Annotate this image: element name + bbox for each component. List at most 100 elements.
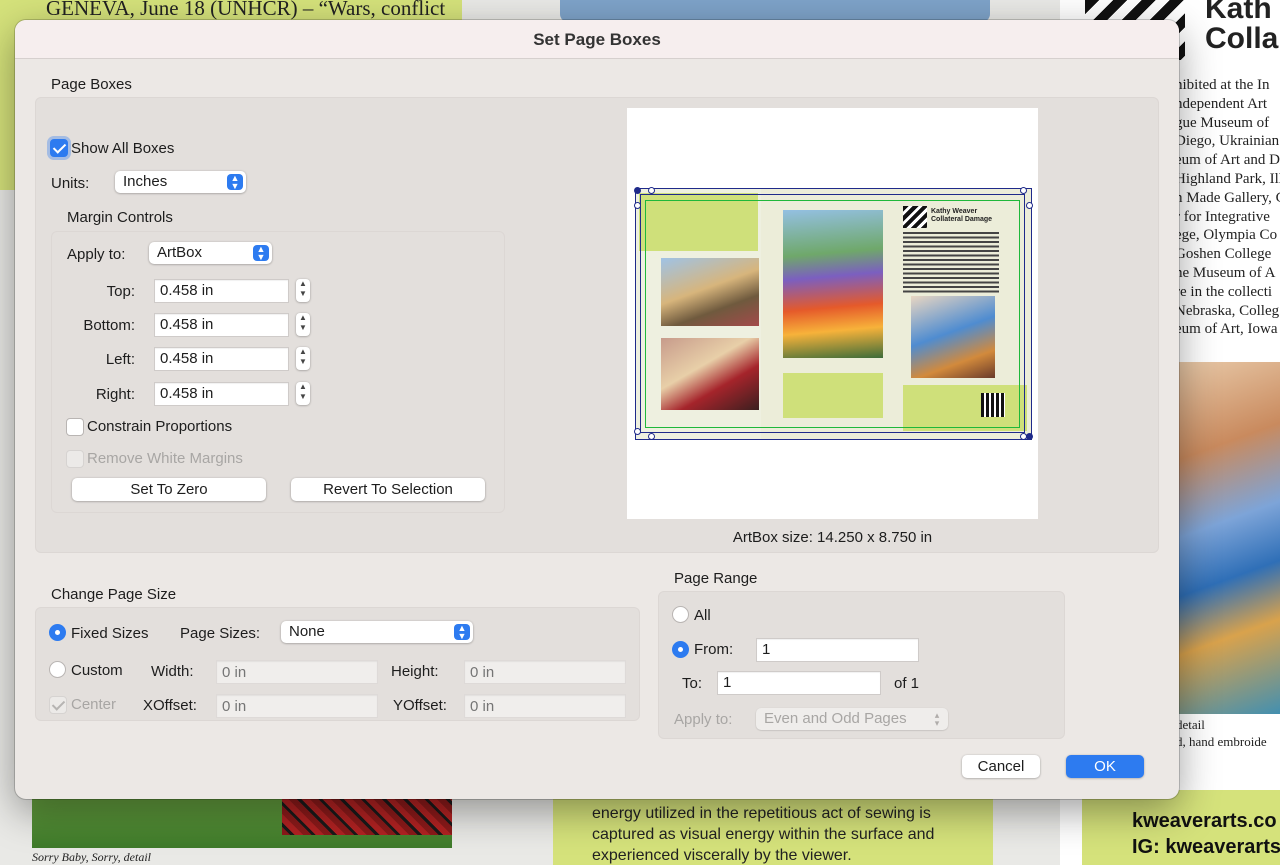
dialog-title: Set Page Boxes [15, 20, 1179, 59]
custom-label[interactable]: Custom [71, 662, 123, 679]
artbox-size-label: ArtBox size: 14.250 x 8.750 in [732, 529, 933, 546]
right-margin-stepper[interactable]: ▲ ▼ [296, 382, 310, 405]
updown-chevron-icon: ▲ ▼ [253, 245, 269, 262]
fixed-sizes-label[interactable]: Fixed Sizes [71, 625, 149, 642]
page-boxes-title: Page Boxes [51, 76, 132, 93]
to-label: To: [682, 675, 703, 692]
show-all-boxes-checkbox[interactable] [50, 139, 68, 157]
bg-text-line: he Museum of A [1175, 264, 1276, 281]
remove-white-margins-checkbox[interactable] [66, 450, 84, 468]
page-range-title: Page Range [674, 570, 758, 587]
preview-handle[interactable] [634, 187, 641, 194]
bg-right-contact: kweaverarts.co IG: kweaverarts [1082, 790, 1280, 865]
bg-text-line: Diego, Ukrainian [1175, 133, 1280, 150]
preview-handle[interactable] [634, 202, 641, 209]
bg-text-line: ndependent Art [1175, 95, 1268, 112]
set-page-boxes-dialog: Set Page Boxes Page Boxes Show All Boxes… [15, 20, 1179, 799]
yoffset-field[interactable] [464, 694, 626, 718]
bg-center-line: experienced viscerally by the viewer. [592, 847, 852, 864]
bg-text-line: n Made Gallery, C [1175, 189, 1280, 206]
page-sizes-label: Page Sizes: [180, 625, 261, 642]
updown-chevron-icon: ▴ ▾ [934, 710, 940, 728]
units-value: Inches [123, 173, 168, 190]
bg-caption-line: detail [1176, 717, 1205, 732]
page-box-preview: Kathy Weaver Collateral Damage [627, 108, 1038, 519]
page-sizes-popup[interactable]: None ▲ ▼ [281, 621, 473, 643]
bg-right-text: hibited at the In ndependent Art gue Mus… [1175, 76, 1280, 339]
top-margin-label: Top: [106, 283, 135, 300]
bg-headline: GENEVA, June 18 (UNHCR) – “Wars, conflic… [46, 0, 446, 20]
bg-text-line: ege, Olympia Co [1175, 227, 1278, 244]
apply-to-popup[interactable]: ArtBox ▲ ▼ [149, 242, 272, 264]
page-sizes-value: None [289, 623, 325, 640]
constrain-proportions-label[interactable]: Constrain Proportions [87, 418, 232, 435]
margin-controls-group [51, 231, 505, 513]
apply-to-label: Apply to: [67, 246, 126, 263]
set-to-zero-button[interactable]: Set To Zero [72, 478, 266, 501]
bg-text-line: hibited at the In [1175, 77, 1270, 93]
from-label[interactable]: From: [694, 641, 733, 658]
bg-text-line: eum of Art, Iowa [1175, 321, 1278, 338]
left-margin-label: Left: [105, 351, 135, 368]
top-margin-stepper[interactable]: ▲ ▼ [296, 279, 310, 302]
show-all-boxes-label[interactable]: Show All Boxes [71, 140, 174, 157]
xoffset-field[interactable] [216, 694, 378, 718]
width-label: Width: [151, 663, 194, 680]
bg-right-artwork [1178, 362, 1280, 714]
top-margin-field[interactable]: 0.458 in [154, 279, 289, 303]
width-field[interactable] [216, 660, 378, 684]
bg-center-text-panel: energy utilized in the repetitious act o… [553, 790, 993, 865]
center-label: Center [71, 696, 117, 713]
bg-right-title: Kath Colla [1205, 0, 1278, 54]
left-margin-field[interactable]: 0.458 in [154, 347, 289, 371]
xoffset-label: XOffset: [143, 697, 197, 714]
bg-right-caption: detail d, hand embroide [1176, 716, 1267, 750]
from-field[interactable]: 1 [756, 638, 919, 662]
bg-center-line: energy utilized in the repetitious act o… [592, 805, 931, 822]
fixed-sizes-radio[interactable] [49, 624, 66, 641]
revert-to-selection-button[interactable]: Revert To Selection [291, 478, 485, 501]
bg-text-line: Nebraska, Colleg [1175, 302, 1280, 319]
change-page-size-title: Change Page Size [51, 586, 177, 603]
custom-radio[interactable] [49, 661, 66, 678]
yoffset-label: YOffset: [393, 697, 447, 714]
bottom-margin-field[interactable]: 0.458 in [154, 313, 289, 337]
to-field[interactable]: 1 [717, 671, 881, 695]
apply-to-value: ArtBox [157, 244, 203, 261]
left-margin-stepper[interactable]: ▲ ▼ [296, 347, 310, 370]
bg-text-line: Goshen College [1175, 246, 1272, 263]
preview-handle[interactable] [1026, 433, 1033, 440]
units-label: Units: [51, 175, 90, 192]
bg-caption-line: d, hand embroide [1176, 734, 1267, 749]
all-pages-radio[interactable] [672, 606, 689, 623]
bg-text-line: Highland Park, Ill [1175, 170, 1280, 187]
cancel-button[interactable]: Cancel [962, 755, 1040, 778]
apply-to-pages-popup[interactable]: Even and Odd Pages ▴ ▾ [756, 708, 948, 730]
units-popup[interactable]: Inches ▲ ▼ [115, 171, 246, 193]
all-pages-label[interactable]: All [694, 607, 711, 624]
ok-button[interactable]: OK [1066, 755, 1144, 778]
from-radio[interactable] [672, 641, 689, 658]
constrain-proportions-checkbox[interactable] [66, 418, 84, 436]
bg-text-line: eum of Art and D [1175, 152, 1280, 169]
bg-left-caption: Sorry Baby, Sorry, detail [32, 850, 151, 864]
bottom-margin-stepper[interactable]: ▲ ▼ [296, 313, 310, 336]
of-total-label: of 1 [894, 675, 920, 692]
stepper-arrows-icon: ▲ ▼ [299, 382, 307, 401]
bg-center-text: energy utilized in the repetitious act o… [592, 803, 934, 865]
remove-white-margins-label: Remove White Margins [87, 450, 243, 467]
preview-handle[interactable] [634, 428, 641, 435]
preview-handle[interactable] [648, 187, 655, 194]
stepper-arrows-icon: ▲ ▼ [299, 347, 307, 366]
bg-text-line: r for Integrative [1175, 208, 1270, 225]
preview-handle[interactable] [1026, 202, 1033, 209]
apply-to-pages-label: Apply to: [674, 711, 733, 728]
preview-handle[interactable] [1020, 187, 1027, 194]
preview-handle[interactable] [648, 433, 655, 440]
right-margin-field[interactable]: 0.458 in [154, 382, 289, 406]
center-checkbox[interactable] [49, 696, 67, 714]
height-field[interactable] [464, 660, 626, 684]
trim-box-outline [645, 200, 1020, 428]
stepper-arrows-icon: ▲ ▼ [299, 279, 307, 298]
stepper-arrows-icon: ▲ ▼ [299, 313, 307, 332]
